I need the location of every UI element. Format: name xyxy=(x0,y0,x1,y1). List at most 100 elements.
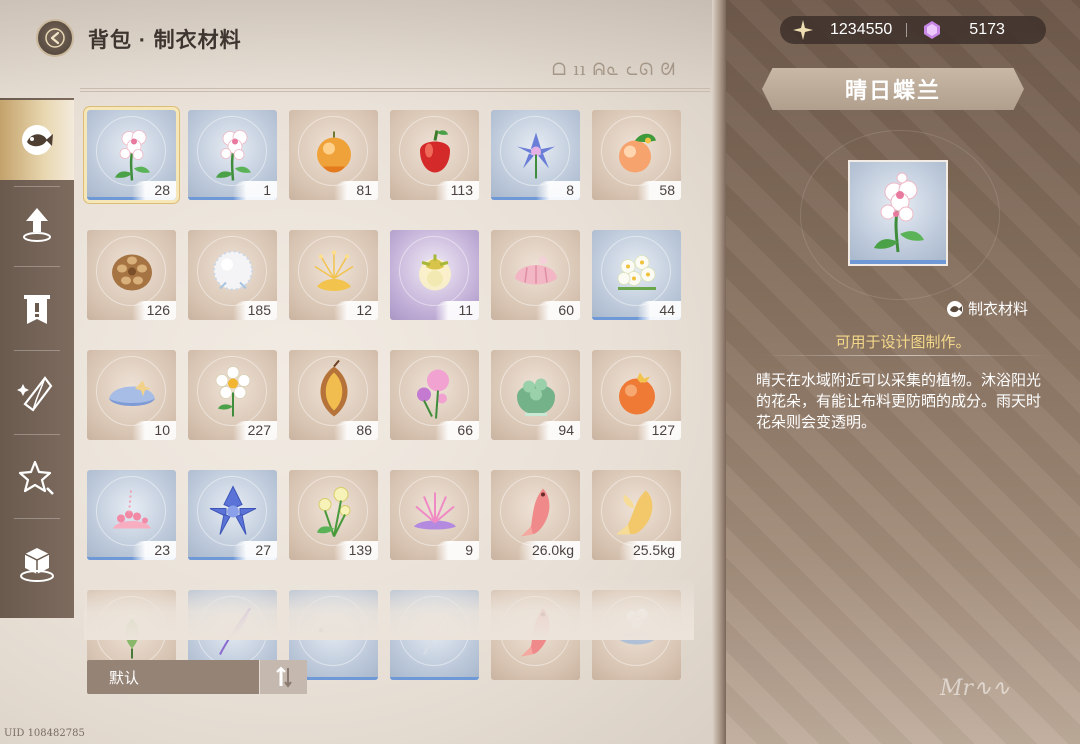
inventory-slot[interactable]: 58 xyxy=(592,110,681,200)
inventory-slot[interactable]: 126 xyxy=(87,230,176,320)
pinecone-icon xyxy=(99,239,165,310)
item-quantity: 25.5kg xyxy=(618,541,681,560)
inventory-slot[interactable]: 10 xyxy=(87,350,176,440)
inventory-slot[interactable]: 66 xyxy=(390,350,479,440)
golden-fish-icon xyxy=(604,479,670,550)
item-quantity: 10 xyxy=(132,421,176,440)
white-orchid-icon xyxy=(200,119,266,190)
item-quantity: 28 xyxy=(132,181,176,200)
item-category-label: 制衣材料 xyxy=(968,301,1029,318)
inventory-slot[interactable]: 81 xyxy=(289,110,378,200)
item-description: 晴天在水域附近可以采集的植物。沐浴阳光的花朵，有能让布料更防晒的成分。雨天时花朵… xyxy=(756,372,1042,431)
stellar-star-icon xyxy=(793,20,813,40)
pink-coral-icon xyxy=(99,479,165,550)
rarity-bar xyxy=(390,677,479,680)
inventory-slot[interactable]: 185 xyxy=(188,230,277,320)
inventory-slot[interactable]: 27 xyxy=(188,470,277,560)
inventory-slot[interactable]: 23 xyxy=(87,470,176,560)
sparkle-icon xyxy=(18,460,54,495)
inventory-slot[interactable]: 94 xyxy=(491,350,580,440)
item-quantity: 27 xyxy=(233,541,277,560)
sort-order-button[interactable] xyxy=(259,660,307,694)
item-quantity: 113 xyxy=(435,181,479,200)
item-quantity: 139 xyxy=(334,541,378,560)
tab-fish-materials[interactable] xyxy=(0,100,74,180)
inventory-slot[interactable]: 28 xyxy=(84,107,179,203)
white-orchid-icon xyxy=(99,119,165,190)
quest-banner-icon xyxy=(24,295,50,324)
blue-star-flower-icon xyxy=(503,119,569,190)
inventory-slot[interactable]: 12 xyxy=(289,230,378,320)
tab-quest[interactable] xyxy=(0,270,74,350)
item-quantity: 227 xyxy=(233,421,277,440)
golden-sparkle-icon xyxy=(301,239,367,310)
item-name-banner: 晴日蝶兰 xyxy=(762,68,1024,110)
inventory-slot[interactable]: 127 xyxy=(592,350,681,440)
box-icon xyxy=(20,548,54,582)
item-name: 晴日蝶兰 xyxy=(844,78,941,103)
item-quantity: 44 xyxy=(637,301,681,320)
panel-edge xyxy=(712,0,726,744)
back-button[interactable] xyxy=(36,19,74,57)
inventory-slot[interactable]: 11 xyxy=(390,230,479,320)
glowing-bud-icon xyxy=(402,239,468,310)
item-quantity: 60 xyxy=(536,301,580,320)
currency-bar: 1234550 5173 xyxy=(780,16,1046,44)
pink-fish-icon xyxy=(503,479,569,550)
player-uid: UID 108482785 xyxy=(4,728,85,739)
diamond-gem-icon xyxy=(924,21,941,39)
item-quantity: 26.0kg xyxy=(517,541,580,560)
item-quantity: 12 xyxy=(334,301,378,320)
item-category: 制衣材料 xyxy=(946,298,1028,319)
item-quantity: 66 xyxy=(435,421,479,440)
page-title: 背包 · 制衣材料 xyxy=(88,29,242,52)
game-screen: 背包 · 制衣材料 ᗝ ıı ᕱᓇ ᓚᘏ ᘛ 28 1 81 113 8 58 … xyxy=(0,0,1080,744)
sort-dropdown[interactable]: 默认 xyxy=(87,660,307,694)
inventory-slot[interactable]: 60 xyxy=(491,230,580,320)
white-blossom-cluster-icon xyxy=(604,239,670,310)
peach-fruit-icon xyxy=(604,119,670,190)
item-quantity: 94 xyxy=(536,421,580,440)
inventory-slot[interactable]: 9 xyxy=(390,470,479,560)
tab-crystal[interactable] xyxy=(0,354,74,434)
item-quantity: 126 xyxy=(132,301,176,320)
item-preview xyxy=(848,160,948,266)
pink-ball-flower-icon xyxy=(402,359,468,430)
item-quantity: 23 xyxy=(132,541,176,560)
scroll-fade xyxy=(84,578,694,640)
inventory-slot[interactable]: 26.0kg xyxy=(491,470,580,560)
blue-clam-icon xyxy=(99,359,165,430)
decorative-signature: Mr∿∿ xyxy=(940,676,1010,701)
tab-sparkle[interactable] xyxy=(0,438,74,518)
sort-order-icon xyxy=(275,666,292,688)
stellar-amount: 1234550 xyxy=(830,21,893,38)
tab-box[interactable] xyxy=(0,524,74,604)
item-quantity: 86 xyxy=(334,421,378,440)
tab-upgrade[interactable] xyxy=(0,184,74,264)
back-arrow-icon xyxy=(45,28,65,48)
inventory-slot[interactable]: 8 xyxy=(491,110,580,200)
pink-shell-icon xyxy=(503,239,569,310)
inventory-slot[interactable]: 139 xyxy=(289,470,378,560)
inventory-slot[interactable]: 113 xyxy=(390,110,479,200)
item-quantity: 185 xyxy=(233,301,277,320)
inventory-slot[interactable]: 86 xyxy=(289,350,378,440)
green-cabbage-icon xyxy=(503,359,569,430)
item-quantity: 9 xyxy=(435,541,479,560)
fish-icon xyxy=(22,125,53,155)
item-quantity: 81 xyxy=(334,181,378,200)
item-quantity: 8 xyxy=(536,181,580,200)
blue-bell-flower-icon xyxy=(200,479,266,550)
item-quantity: 58 xyxy=(637,181,681,200)
inventory-slot[interactable]: 1 xyxy=(188,110,277,200)
brown-seed-icon xyxy=(301,359,367,430)
fish-icon xyxy=(947,300,963,317)
inventory-slot[interactable]: 25.5kg xyxy=(592,470,681,560)
decorative-glyphs: ᗝ ıı ᕱᓇ ᓚᘏ ᘛ xyxy=(552,60,676,80)
yellow-tulip-icon xyxy=(301,479,367,550)
upgrade-arrow-icon xyxy=(23,208,51,242)
inventory-slot[interactable]: 227 xyxy=(188,350,277,440)
orange-star-fruit-icon xyxy=(604,359,670,430)
orange-fruit-icon xyxy=(301,119,367,190)
inventory-slot[interactable]: 44 xyxy=(592,230,681,320)
